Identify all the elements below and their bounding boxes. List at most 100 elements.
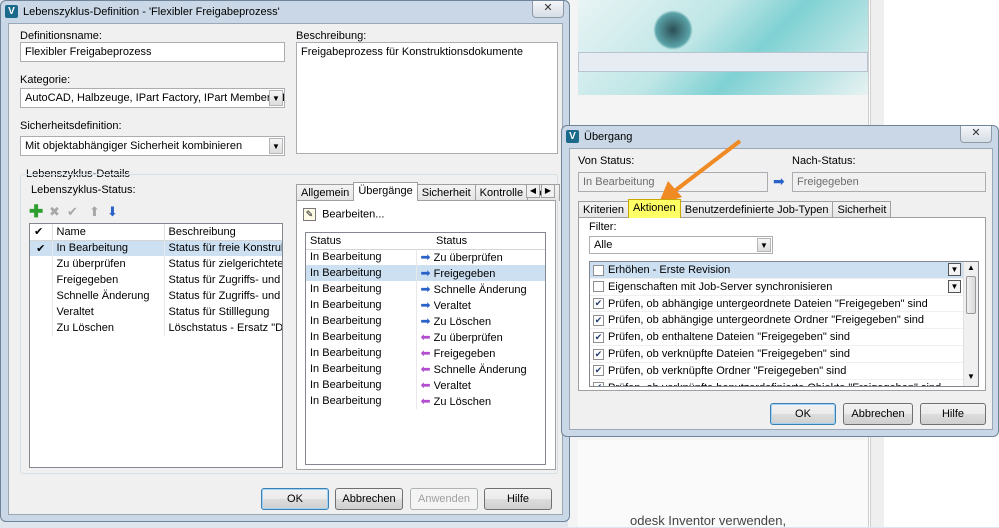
background-bottom-text: odesk Inventor verwenden,	[630, 513, 787, 528]
action-label: Prüfen, ob enthaltene Dateien "Freigegeb…	[608, 331, 851, 344]
scroll-down-icon[interactable]: ▼	[967, 372, 975, 381]
tab-kontrolle[interactable]: Kontrolle	[474, 184, 529, 201]
action-checkbox[interactable]: ✔	[593, 348, 604, 360]
action-option-dropdown[interactable]: ▼	[948, 279, 961, 293]
category-select[interactable]: AutoCAD, Halbzeuge, IPart Factory, IPart…	[20, 88, 285, 108]
transition-to-cell: ⬅ Schnelle Änderung	[416, 361, 545, 377]
action-checkbox[interactable]	[593, 264, 604, 276]
status-name-cell: Veraltet	[52, 304, 165, 320]
action-row[interactable]: ✔ Prüfen, ob abhängige untergeordnete Ord…	[590, 312, 963, 330]
action-row[interactable]: ✔ Prüfen, ob verknüpfte Ordner "Freigegeb…	[590, 363, 963, 380]
status-row[interactable]: Schnelle Änderung Status für Zugriffs- un…	[30, 288, 282, 304]
transition-from-cell: In Bearbeitung	[306, 393, 417, 409]
status-check-cell	[30, 288, 53, 304]
check-icon[interactable]: ✔	[67, 204, 78, 220]
status-check-cell: ✔	[30, 240, 53, 256]
actions-list[interactable]: Erhöhen - Erste Revision ▼ Eigenschaften m…	[589, 261, 979, 387]
tab-allgemein[interactable]: Allgemein	[296, 184, 355, 201]
transition-to-cell: ⬅ Veraltet	[416, 377, 545, 393]
chevron-down-icon: ▼	[757, 238, 771, 252]
dialog-client-area: Von Status: In Bearbeitung ➡ Nach-Status…	[569, 148, 993, 430]
transition-row[interactable]: In Bearbeitung ➡ Veraltet	[306, 297, 545, 313]
scroll-right-icon[interactable]: ▶	[541, 184, 555, 198]
apply-button[interactable]: Anwenden	[410, 488, 478, 510]
delete-icon[interactable]: ✖	[49, 204, 60, 220]
from-status-header[interactable]: Status	[306, 233, 416, 249]
def-name-input[interactable]: Flexibler Freigabeprozess	[20, 42, 285, 62]
transition-to-cell: ➡ Veraltet	[416, 297, 545, 313]
check-column-header[interactable]: ✔	[30, 224, 53, 240]
action-checkbox[interactable]: ✔	[593, 382, 604, 386]
security-select[interactable]: Mit objektabhängiger Sicherheit kombinie…	[20, 136, 285, 156]
tab-dialog-sicherheit[interactable]: Sicherheit	[832, 201, 892, 218]
actions-scrollbar[interactable]: ▲ ▼	[963, 262, 978, 386]
action-row[interactable]: ✔ Prüfen, ob abhängige untergeordnete Dat…	[590, 296, 963, 313]
chevron-down-icon: ▼	[269, 138, 283, 154]
scroll-up-icon[interactable]: ▲	[967, 263, 975, 272]
action-row[interactable]: ✔ Prüfen, ob enthaltene Dateien "Freigege…	[590, 329, 963, 346]
transition-from-cell: In Bearbeitung	[306, 345, 417, 361]
action-row[interactable]: Erhöhen - Erste Revision ▼	[590, 262, 963, 279]
dialog-close-button[interactable]: ✕	[960, 126, 992, 143]
transition-to-label: Zu Löschen	[433, 316, 492, 328]
status-row[interactable]: Zu LöschenLöschstatus - Ersatz "Datei...	[30, 320, 282, 336]
transition-to-label: Zu Löschen	[433, 396, 492, 408]
transition-to-cell: ➡ Freigegeben	[416, 265, 545, 281]
dialog-help-button[interactable]: Hilfe	[920, 403, 986, 425]
action-checkbox[interactable]: ✔	[593, 331, 604, 343]
status-row[interactable]: Veraltet Status für Stilllegung	[30, 304, 282, 320]
cancel-button[interactable]: Abbrechen	[335, 488, 403, 510]
transition-row[interactable]: In Bearbeitung ➡ Schnelle Änderung	[306, 281, 545, 297]
description-input[interactable]: Freigabeprozess für Konstruktionsdokumen…	[296, 42, 558, 154]
transition-row[interactable]: In Bearbeitung ⬅ Freigegeben	[306, 345, 545, 361]
edit-button[interactable]: ✎ Bearbeiten...	[303, 208, 384, 224]
status-list[interactable]: ✔ Name Beschreibung ✔ In Bearbeitung Statu…	[29, 223, 283, 468]
to-status-header[interactable]: Status	[416, 233, 545, 249]
transition-row[interactable]: In Bearbeitung ➡ Freigegeben	[306, 265, 545, 281]
transition-from-cell: In Bearbeitung	[306, 281, 417, 297]
transition-dialog: V Übergang ✕ Von Status: In Bearbeitung …	[561, 125, 999, 437]
arrow-down-icon[interactable]: ⬇	[107, 204, 118, 220]
transition-to-label: Zu überprüfen	[433, 252, 503, 265]
transition-row[interactable]: In Bearbeitung ➡ Zu überprüfen	[306, 249, 545, 265]
status-check-cell	[30, 256, 53, 272]
status-row[interactable]: FreigegebenStatus für Zugriffs- und Be..…	[30, 272, 282, 288]
help-button[interactable]: Hilfe	[484, 488, 552, 510]
main-close-button[interactable]: ✕	[532, 1, 564, 18]
action-checkbox[interactable]: ✔	[593, 298, 604, 310]
transition-row[interactable]: In Bearbeitung ➡ Zu Löschen	[306, 313, 545, 329]
status-check-cell	[30, 304, 53, 320]
action-checkbox[interactable]: ✔	[593, 365, 604, 377]
tab-sicherheit[interactable]: Sicherheit	[416, 184, 476, 201]
transition-to-cell: ➡ Zu überprüfen	[416, 249, 545, 265]
tab-aktionen[interactable]: Aktionen	[627, 199, 681, 218]
transition-row[interactable]: In Bearbeitung ⬅ Zu überprüfen	[306, 329, 545, 345]
filter-select[interactable]: Alle ▼	[589, 236, 773, 254]
status-name-cell: Schnelle Änderung	[52, 288, 165, 304]
action-row[interactable]: ✔ Prüfen, ob verknüpfte benutzerdefiniert…	[590, 380, 963, 386]
action-row[interactable]: ✔ Prüfen, ob verknüpfte Dateien "Freigege…	[590, 346, 963, 363]
scroll-left-icon[interactable]: ◀	[526, 184, 540, 198]
tab-kriterien[interactable]: Kriterien	[578, 201, 629, 218]
add-icon[interactable]: ✚	[29, 202, 43, 222]
transitions-list[interactable]: Status Status In Bearbeitung ➡ Zu überprü…	[305, 232, 546, 465]
transition-row[interactable]: In Bearbeitung ⬅ Zu Löschen	[306, 393, 545, 409]
status-row[interactable]: Zu überprüfenStatus für zielgerichtete K…	[30, 256, 282, 272]
transition-to-label: Veraltet	[433, 300, 471, 312]
scroll-thumb[interactable]	[966, 276, 976, 314]
action-option-dropdown[interactable]: ▼	[948, 263, 961, 276]
arrow-up-icon[interactable]: ⬆	[89, 204, 100, 220]
action-row[interactable]: Eigenschaften mit Job-Server synchronisi…	[590, 279, 963, 296]
security-value: Mit objektabhängiger Sicherheit kombinie…	[25, 140, 243, 152]
action-checkbox[interactable]	[593, 281, 604, 293]
transition-row[interactable]: In Bearbeitung ⬅ Veraltet	[306, 377, 545, 393]
action-checkbox[interactable]: ✔	[593, 314, 604, 326]
name-column-header[interactable]: Name	[52, 224, 165, 240]
description-column-header[interactable]: Beschreibung	[164, 224, 282, 240]
dialog-ok-button[interactable]: OK	[770, 403, 836, 425]
transition-row[interactable]: In Bearbeitung ⬅ Schnelle Änderung	[306, 361, 545, 377]
tab-uebergaenge[interactable]: Übergänge	[353, 182, 418, 201]
ok-button[interactable]: OK	[261, 488, 329, 510]
status-row[interactable]: ✔In BearbeitungStatus für freie Konstruk…	[30, 240, 282, 256]
dialog-cancel-button[interactable]: Abbrechen	[843, 403, 913, 425]
